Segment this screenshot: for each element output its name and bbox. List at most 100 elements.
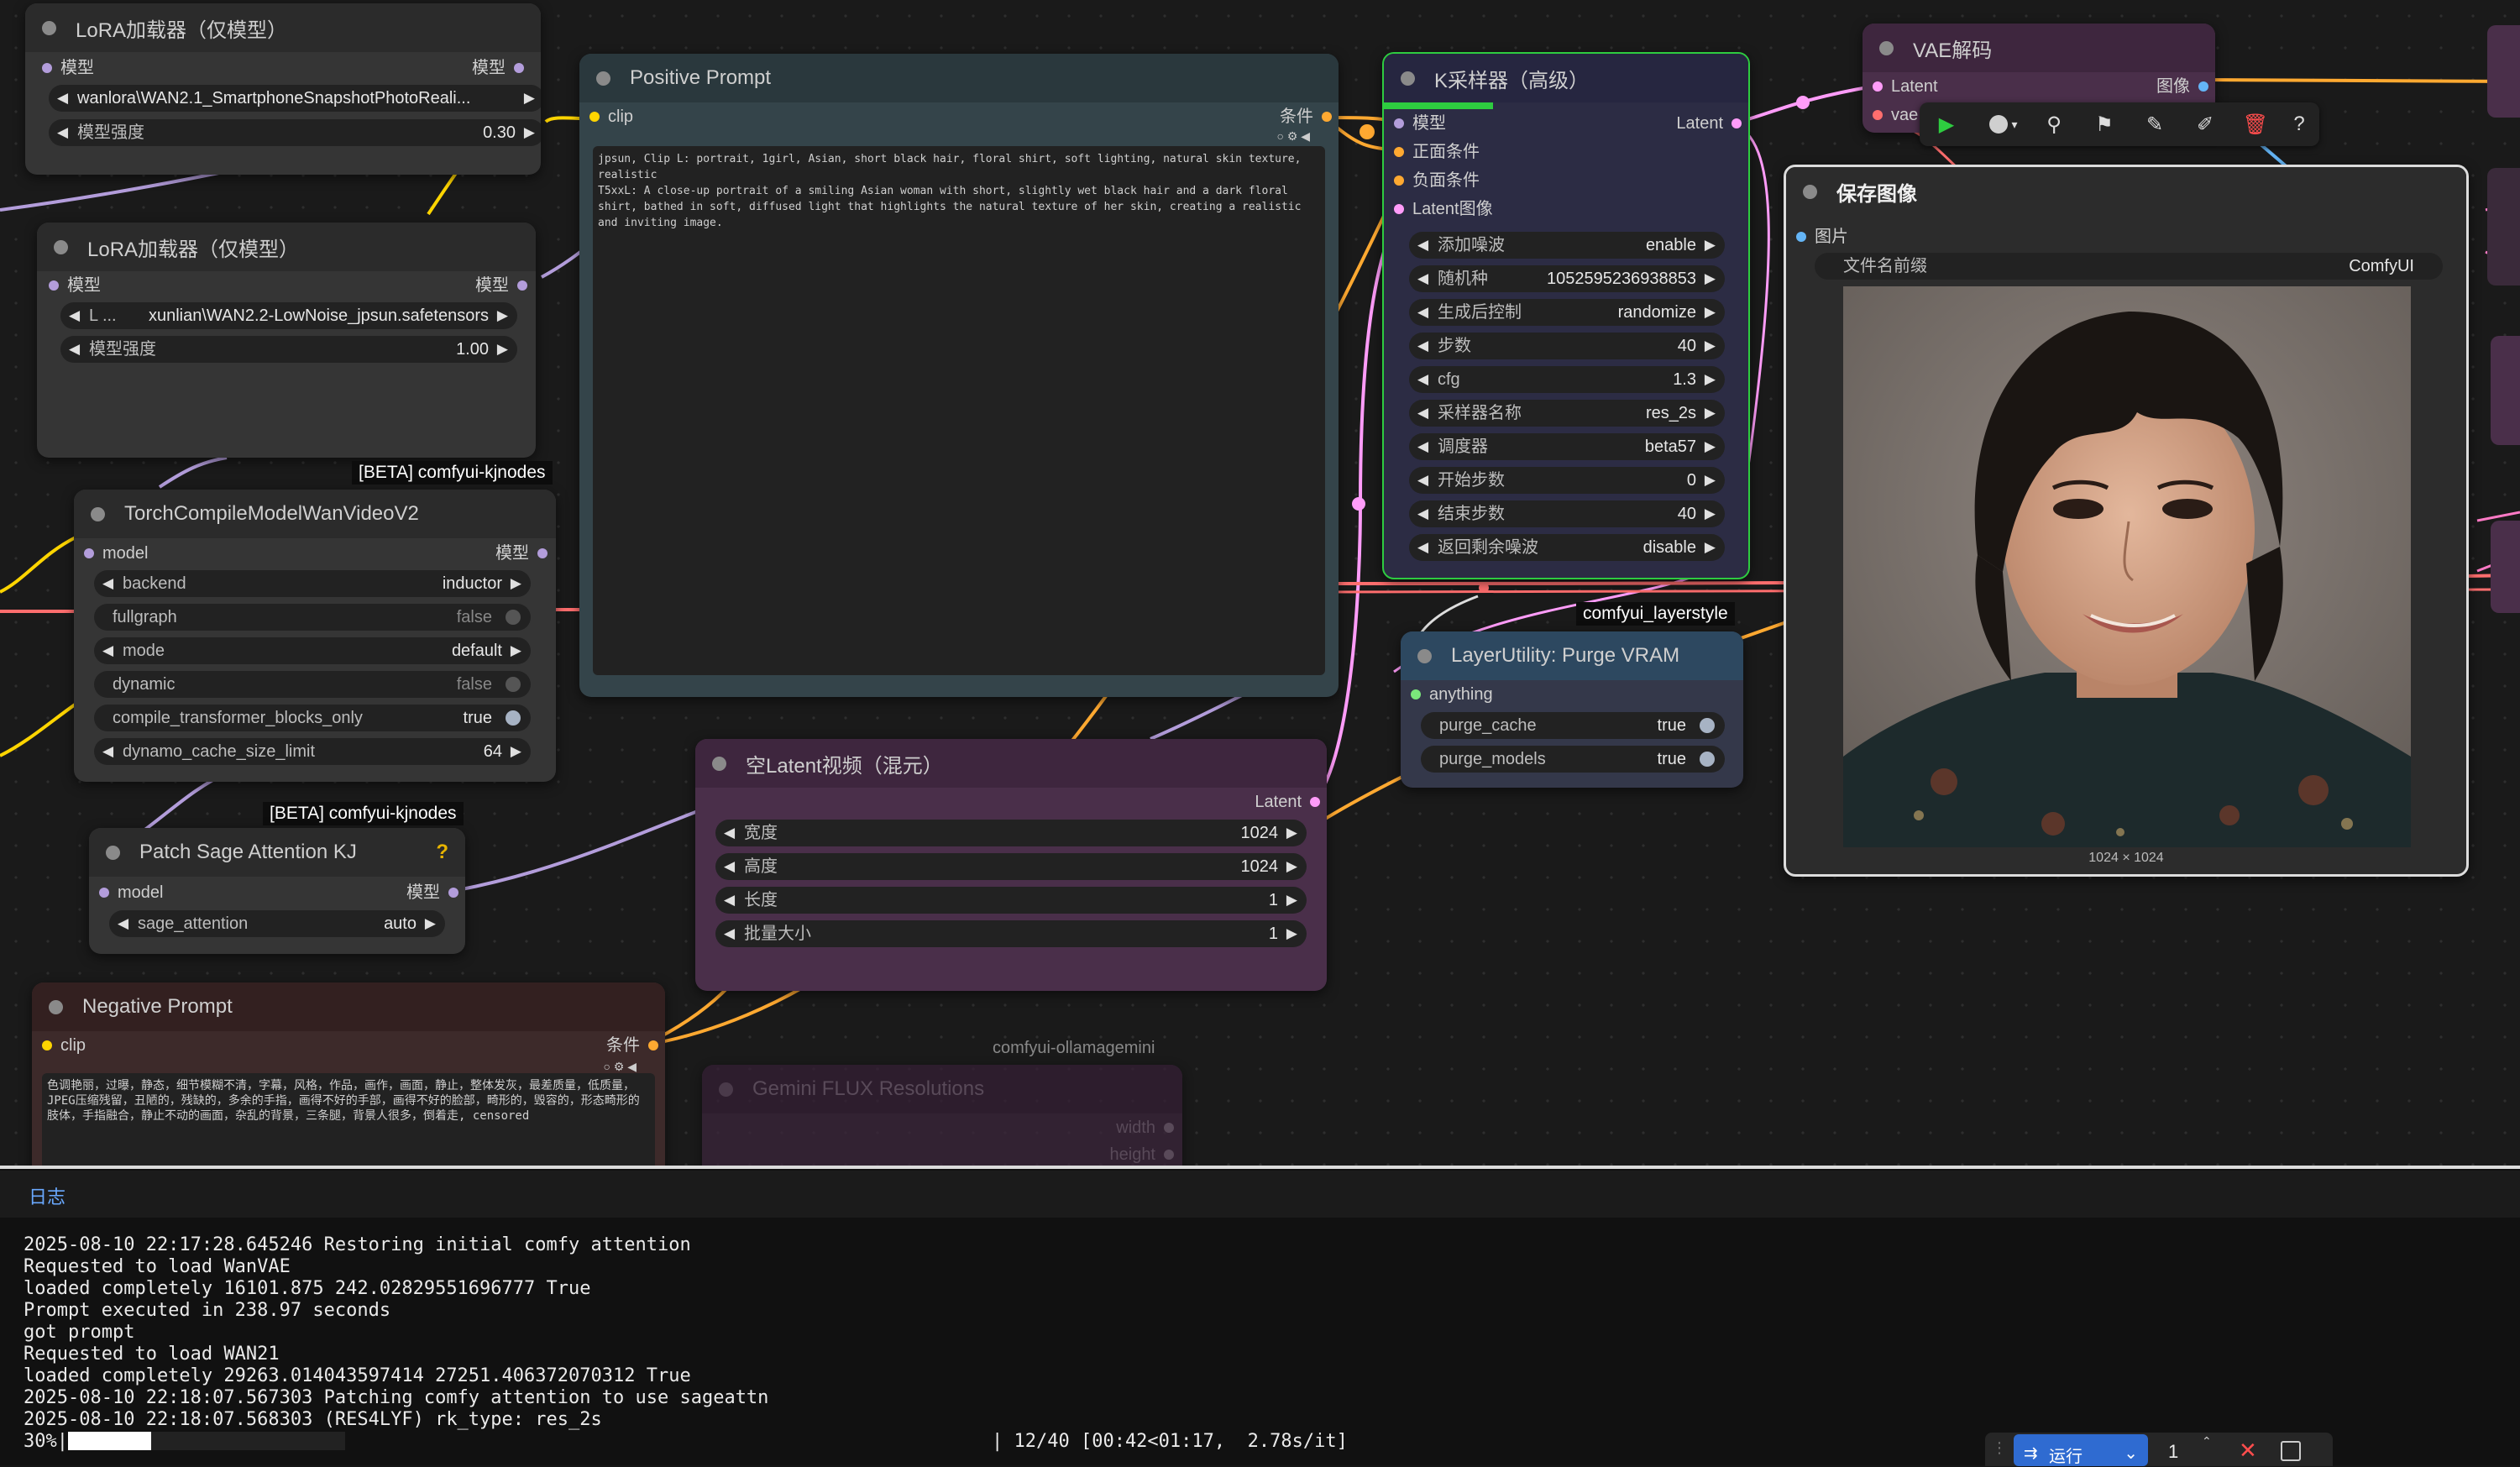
ksampler-widget[interactable]: ◀ 采样器名称 res_2s ▶	[1409, 400, 1725, 427]
increment-arrow-icon[interactable]: ▶	[497, 302, 508, 329]
edit-icon[interactable]: ✎	[2138, 107, 2172, 141]
decrement-arrow-icon[interactable]: ◀	[1417, 400, 1428, 427]
decrement-arrow-icon[interactable]: ◀	[1417, 366, 1428, 393]
increment-arrow-icon[interactable]: ▶	[1286, 853, 1297, 880]
bypass-icon[interactable]: ⚲	[2037, 107, 2071, 141]
patch-sage-attention-node[interactable]: Patch Sage Attention KJ? model 模型 ◀ sage_…	[89, 828, 465, 954]
increment-arrow-icon[interactable]: ▶	[1705, 467, 1716, 494]
offscreen-node-edge[interactable]	[2491, 336, 2520, 445]
decrement-arrow-icon[interactable]: ◀	[1417, 232, 1428, 259]
height-widget[interactable]: ◀ 高度 1024 ▶	[715, 853, 1307, 880]
textarea-controls-icon[interactable]: ○ ⚙ ◀	[603, 1060, 637, 1074]
increment-arrow-icon[interactable]: ▶	[1705, 500, 1716, 527]
sage-attention-widget[interactable]: ◀ sage_attention auto ▶	[109, 910, 445, 937]
torch-compile-node[interactable]: TorchCompileModelWanVideoV2 model 模型 ◀ ba…	[74, 490, 556, 782]
decrement-arrow-icon[interactable]: ◀	[102, 570, 113, 597]
output-model[interactable]: 模型	[495, 542, 547, 564]
input-latent-image[interactable]: Latent图像	[1394, 198, 1493, 220]
positive-prompt-node[interactable]: Positive Prompt clip 条件 ○ ⚙ ◀ jpsun, Cli…	[579, 54, 1339, 697]
decrement-arrow-icon[interactable]: ◀	[1417, 299, 1428, 326]
output-model[interactable]: 模型	[475, 275, 527, 296]
help-icon[interactable]: ?	[2282, 107, 2316, 141]
increment-arrow-icon[interactable]: ▶	[1705, 400, 1716, 427]
increment-arrow-icon[interactable]: ▶	[1286, 820, 1297, 846]
increment-arrow-icon[interactable]: ▶	[1705, 265, 1716, 292]
purge-cache-toggle[interactable]: purge_cache true	[1421, 712, 1725, 739]
filename-prefix-widget[interactable]: 文件名前缀 ComfyUI	[1815, 253, 2443, 280]
compile-blocks-toggle[interactable]: compile_transformer_blocks_only true	[94, 705, 531, 731]
lora-name-widget[interactable]: ◀ wanlora\WAN2.1_SmartphoneSnapshotPhotoR…	[49, 85, 541, 112]
input-images[interactable]: 图片	[1796, 226, 1848, 248]
ksampler-widget[interactable]: ◀ 开始步数 0 ▶	[1409, 467, 1725, 494]
decrement-arrow-icon[interactable]: ◀	[102, 738, 113, 765]
ksampler-widget[interactable]: ◀ cfg 1.3 ▶	[1409, 366, 1725, 393]
input-negative[interactable]: 负面条件	[1394, 170, 1480, 191]
run-button[interactable]: ⇉ 运行 ⌄	[2014, 1434, 2148, 1466]
input-anything[interactable]: anything	[1411, 684, 1493, 705]
node-canvas[interactable]: LoRA加载器（仅模型） 模型 模型 ◀ wanlora\WAN2.1_Smart…	[0, 0, 2520, 1166]
batch-size-widget[interactable]: ◀ 批量大小 1 ▶	[715, 920, 1307, 947]
drag-handle-icon[interactable]: ⋮	[1992, 1439, 2007, 1457]
increment-arrow-icon[interactable]: ▶	[1705, 366, 1716, 393]
output-conditioning[interactable]: 条件	[1280, 106, 1332, 128]
ksampler-widget[interactable]: ◀ 调度器 beta57 ▶	[1409, 433, 1725, 460]
increment-arrow-icon[interactable]: ▶	[1286, 920, 1297, 947]
offscreen-node-edge[interactable]	[2487, 168, 2520, 286]
fullgraph-toggle[interactable]: fullgraph false	[94, 604, 531, 631]
decrement-arrow-icon[interactable]: ◀	[118, 910, 128, 937]
chevron-down-icon[interactable]: ⌄	[2124, 1443, 2138, 1464]
lora-loader-node-2[interactable]: LoRA加载器（仅模型） 模型 模型 ◀ L ... xunlian\WAN2.2-…	[37, 223, 536, 458]
decrement-arrow-icon[interactable]: ◀	[724, 853, 735, 880]
output-latent[interactable]: Latent	[1255, 791, 1320, 813]
increment-arrow-icon[interactable]: ▶	[1705, 333, 1716, 359]
chevron-up-icon[interactable]: ⌃	[2202, 1434, 2212, 1449]
output-model[interactable]: 模型	[472, 57, 524, 79]
increment-arrow-icon[interactable]: ▶	[425, 910, 436, 937]
help-badge-icon[interactable]: ?	[436, 841, 448, 864]
purge-models-toggle[interactable]: purge_models true	[1421, 746, 1725, 773]
decrement-arrow-icon[interactable]: ◀	[69, 336, 80, 363]
width-widget[interactable]: ◀ 宽度 1024 ▶	[715, 820, 1307, 846]
ksampler-widget[interactable]: ◀ 随机种 1052595236938853 ▶	[1409, 265, 1725, 292]
increment-arrow-icon[interactable]: ▶	[524, 119, 535, 146]
ksampler-widget[interactable]: ◀ 返回剩余噪波 disable ▶	[1409, 534, 1725, 561]
input-clip[interactable]: clip	[42, 1035, 86, 1056]
input-model[interactable]: 模型	[1394, 113, 1446, 134]
ksampler-widget[interactable]: ◀ 添加噪波 enable ▶	[1409, 232, 1725, 259]
dynamo-cache-widget[interactable]: ◀ dynamo_cache_size_limit 64 ▶	[94, 738, 531, 765]
negative-prompt-node[interactable]: Negative Prompt clip 条件 ○ ⚙ ◀ 色调艳丽，过曝，静态…	[32, 982, 665, 1166]
trash-icon[interactable]: 🗑	[2239, 107, 2272, 141]
save-image-node[interactable]: 保存图像 图片 文件名前缀 ComfyUI 1024 × 1024	[1784, 165, 2469, 877]
textarea-controls-icon[interactable]: ○ ⚙ ◀	[1276, 129, 1310, 144]
decrement-arrow-icon[interactable]: ◀	[57, 85, 68, 112]
purge-vram-node[interactable]: LayerUtility: Purge VRAM anything purge_…	[1401, 631, 1743, 788]
decrement-arrow-icon[interactable]: ◀	[57, 119, 68, 146]
input-model[interactable]: model	[99, 882, 163, 904]
output-latent[interactable]: Latent	[1676, 113, 1742, 134]
strength-widget[interactable]: ◀ 模型强度 0.30 ▶	[49, 119, 541, 146]
output-width[interactable]: width	[1116, 1117, 1174, 1139]
lora-name-widget[interactable]: ◀ L ... xunlian\WAN2.2-LowNoise_jpsun.safe…	[60, 302, 517, 329]
lora-loader-node-1[interactable]: LoRA加载器（仅模型） 模型 模型 ◀ wanlora\WAN2.1_Smart…	[25, 3, 541, 175]
input-latent[interactable]: Latent	[1873, 76, 1938, 97]
decrement-arrow-icon[interactable]: ◀	[724, 820, 735, 846]
batch-count-input[interactable]: 1	[2168, 1441, 2178, 1463]
negative-prompt-textarea[interactable]: 色调艳丽，过曝，静态，细节模糊不清，字幕，风格，作品，画作，画面，静止，整体发灰…	[42, 1073, 655, 1166]
decrement-arrow-icon[interactable]: ◀	[69, 302, 80, 329]
decrement-arrow-icon[interactable]: ◀	[724, 920, 735, 947]
brush-icon[interactable]: ✐	[2188, 107, 2222, 141]
color-picker-icon[interactable]: ▾	[1978, 107, 2029, 141]
output-model[interactable]: 模型	[406, 882, 458, 904]
output-height[interactable]: height	[1110, 1144, 1174, 1166]
cancel-x-icon[interactable]: ✕	[2239, 1438, 2257, 1464]
decrement-arrow-icon[interactable]: ◀	[1417, 433, 1428, 460]
decrement-arrow-icon[interactable]: ◀	[1417, 467, 1428, 494]
decrement-arrow-icon[interactable]: ◀	[1417, 265, 1428, 292]
decrement-arrow-icon[interactable]: ◀	[102, 637, 113, 664]
offscreen-node-edge[interactable]	[2487, 25, 2520, 118]
increment-arrow-icon[interactable]: ▶	[511, 570, 521, 597]
increment-arrow-icon[interactable]: ▶	[1705, 299, 1716, 326]
ksampler-widget[interactable]: ◀ 步数 40 ▶	[1409, 333, 1725, 359]
input-model[interactable]: model	[84, 542, 148, 564]
increment-arrow-icon[interactable]: ▶	[1705, 433, 1716, 460]
